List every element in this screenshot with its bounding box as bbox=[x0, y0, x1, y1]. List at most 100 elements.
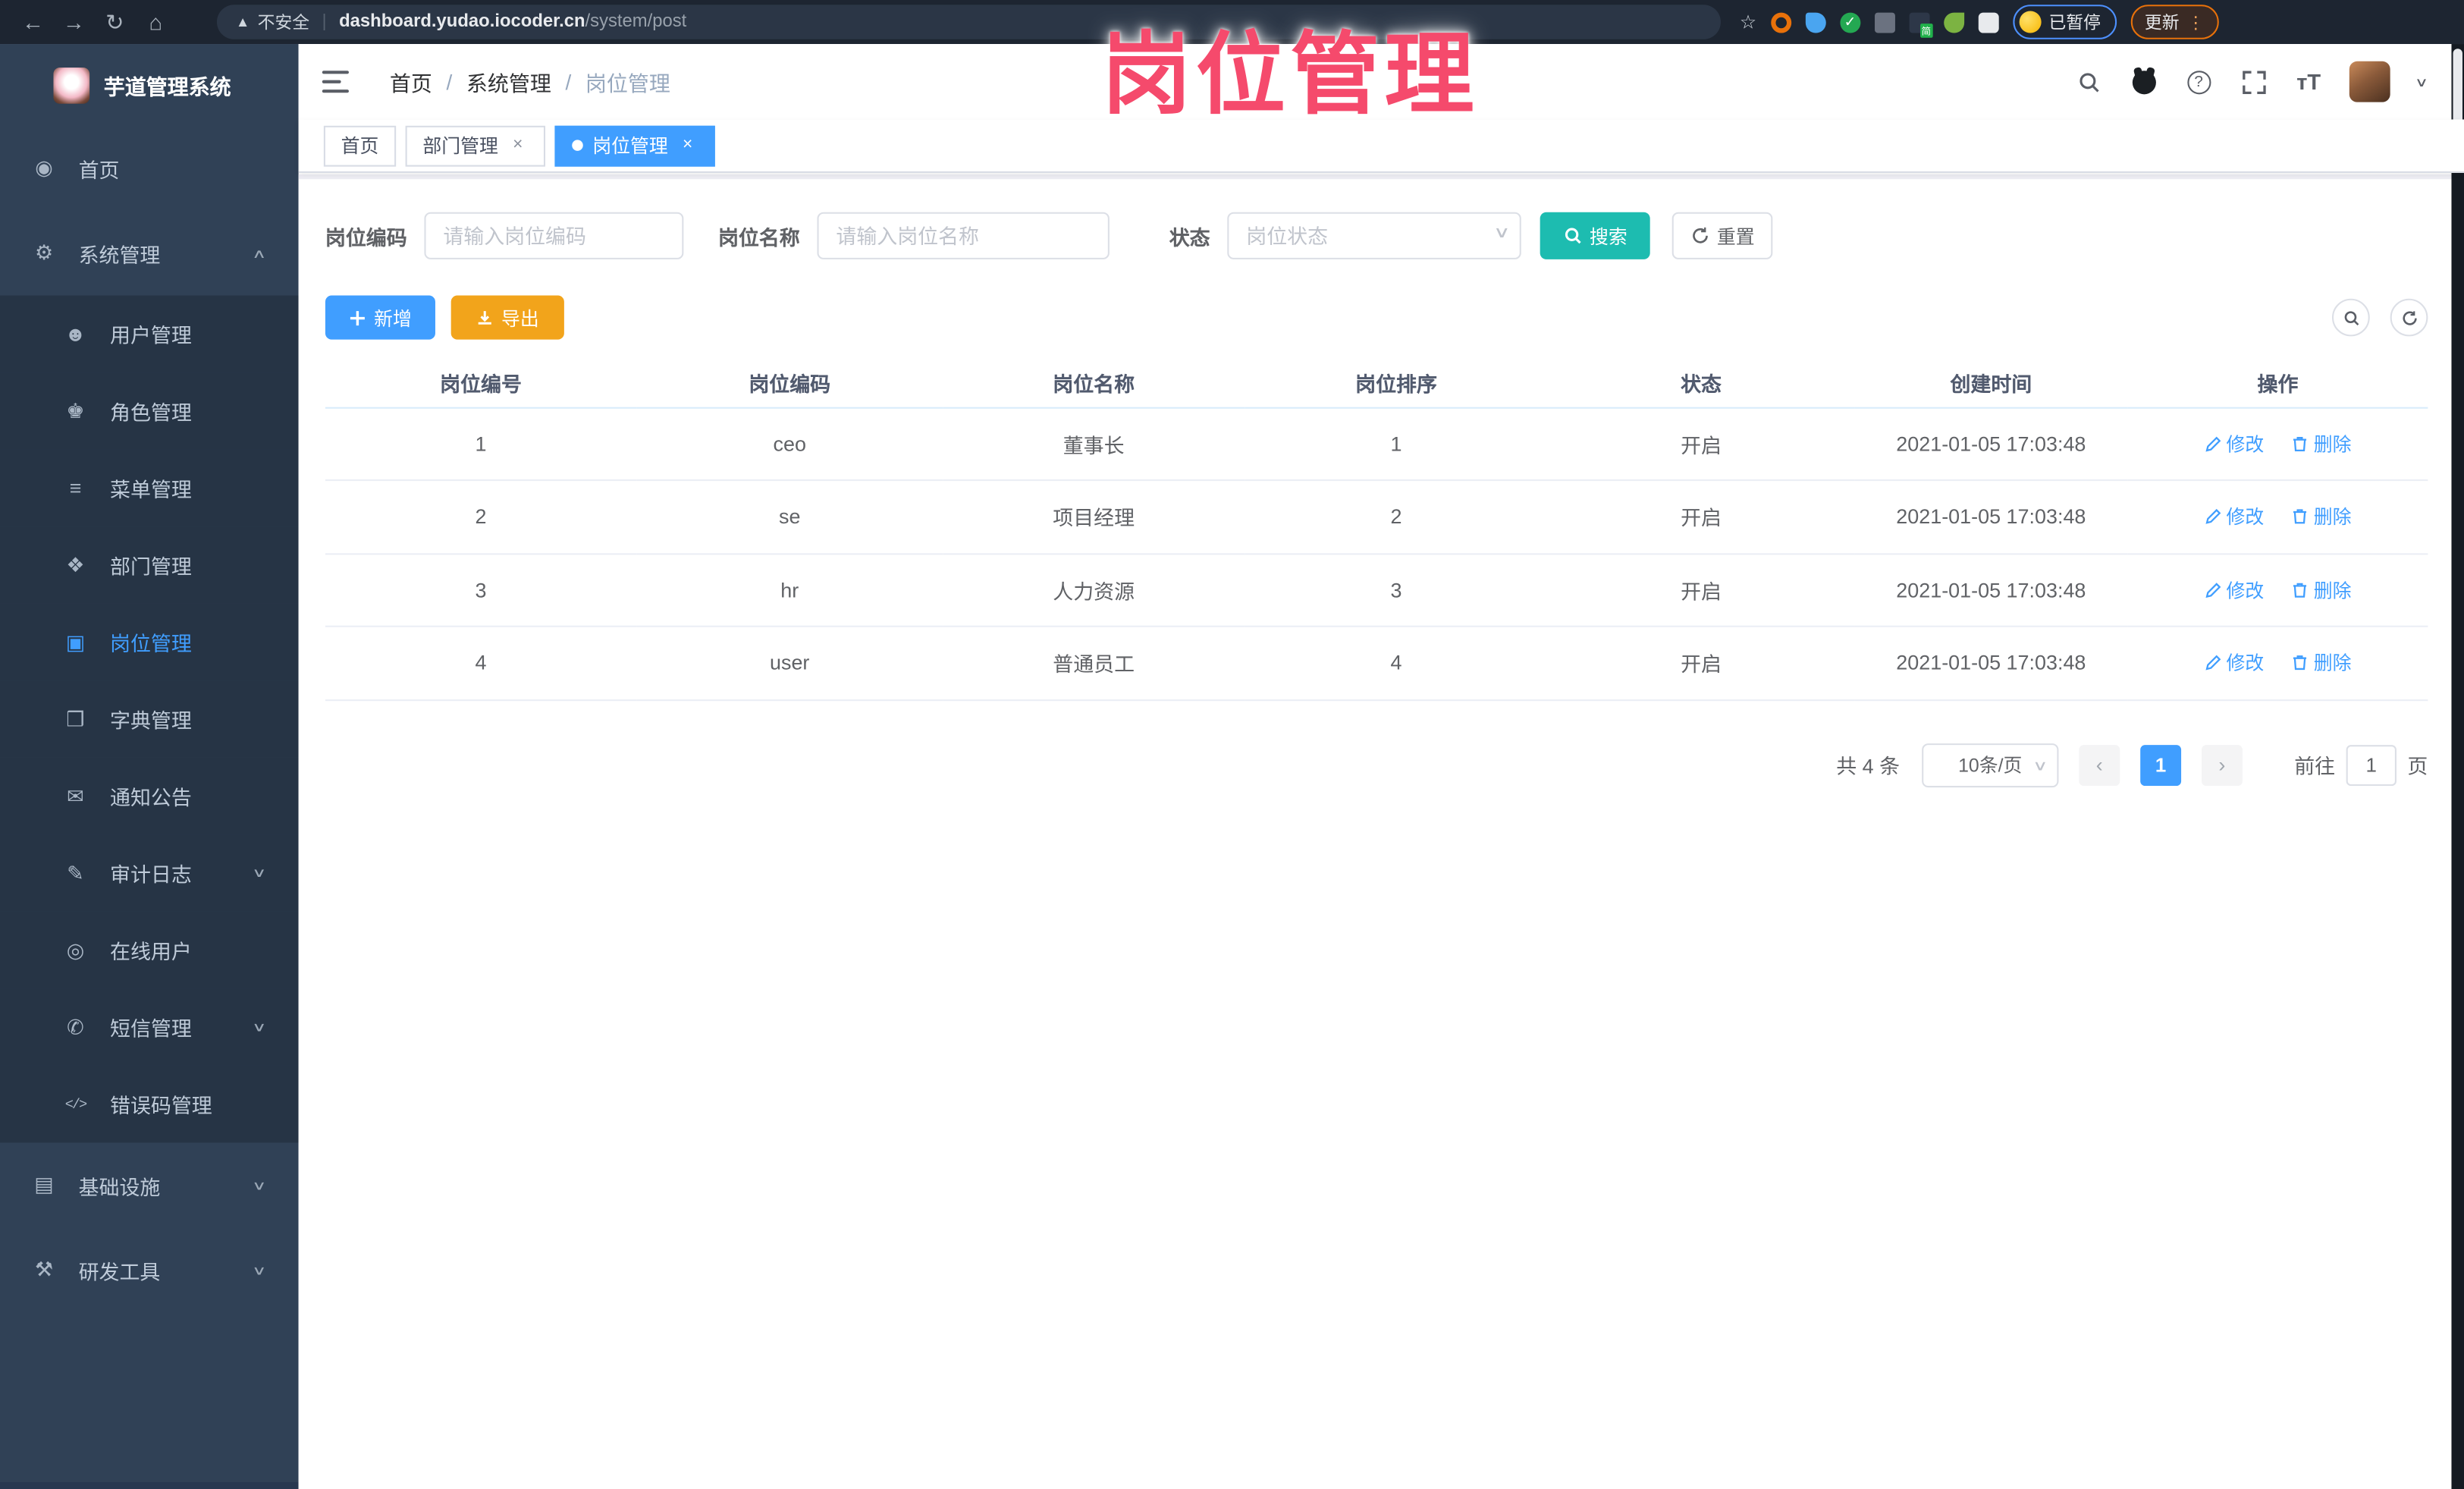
profile-paused-badge[interactable]: 已暂停 bbox=[2012, 5, 2117, 39]
home-icon: ◉ bbox=[35, 155, 53, 180]
sidebar-item-sms-management[interactable]: ✆ 短信管理 ∨ bbox=[0, 988, 299, 1066]
extension-grid-icon[interactable] bbox=[1874, 11, 1895, 33]
extensions-puzzle-icon[interactable] bbox=[1978, 11, 1999, 33]
export-button[interactable]: 导出 bbox=[450, 295, 564, 340]
notice-icon: ✉ bbox=[67, 783, 84, 808]
post-name-input[interactable] bbox=[817, 212, 1110, 259]
tab-home[interactable]: 首页 bbox=[323, 124, 397, 166]
profile-emoji-avatar bbox=[2019, 11, 2042, 33]
tab-label: 岗位管理 bbox=[592, 135, 668, 158]
browser-forward-icon[interactable]: → bbox=[53, 9, 94, 34]
tab-post-management[interactable]: 岗位管理 × bbox=[554, 124, 715, 166]
sidebar-item-audit-log[interactable]: ✎ 审计日志 ∨ bbox=[0, 834, 299, 912]
add-button[interactable]: 新增 bbox=[325, 295, 435, 340]
bookmark-star-icon[interactable]: ☆ bbox=[1740, 11, 1756, 33]
breadcrumb-system[interactable]: 系统管理 bbox=[466, 66, 551, 97]
browser-home-icon[interactable]: ⌂ bbox=[135, 9, 176, 34]
sidebar-item-dev-tools[interactable]: ⚒ 研发工具 ∨ bbox=[0, 1227, 299, 1312]
extension-translate-icon[interactable]: 简 bbox=[1909, 11, 1933, 37]
sidebar-item-menu-management[interactable]: ≡ 菜单管理 bbox=[0, 449, 299, 527]
cell-actions: 修改 删除 bbox=[2127, 626, 2428, 701]
status-select[interactable]: ∨ bbox=[1227, 212, 1521, 259]
page-content: 岗位编码 岗位名称 状态 ∨ 搜索 重置 bbox=[298, 174, 2464, 1489]
tab-label: 部门管理 bbox=[422, 135, 498, 158]
page-number-1[interactable]: 1 bbox=[2140, 744, 2182, 786]
post-code-input[interactable] bbox=[424, 212, 684, 259]
github-icon[interactable] bbox=[2130, 68, 2158, 96]
toggle-search-icon[interactable] bbox=[2331, 298, 2370, 337]
chevron-down-icon: ∨ bbox=[2032, 756, 2049, 773]
address-bar[interactable]: ▲ 不安全 | dashboard.yudao.iocoder.cn /syst… bbox=[216, 5, 1721, 39]
extension-drop-icon[interactable] bbox=[1805, 11, 1826, 33]
edit-link-label: 修改 bbox=[2226, 433, 2265, 456]
sidebar-item-dict-management[interactable]: ❒ 字典管理 bbox=[0, 680, 299, 758]
edit-link[interactable]: 修改 bbox=[2204, 576, 2264, 603]
reset-button[interactable]: 重置 bbox=[1671, 212, 1773, 259]
delete-link[interactable]: 删除 bbox=[2292, 430, 2352, 457]
cell-post-name: 董事长 bbox=[943, 407, 1245, 482]
avatar-dropdown-caret-icon[interactable]: ∨ bbox=[2415, 74, 2428, 89]
sidebar-item-error-code[interactable]: </> 错误码管理 bbox=[0, 1065, 299, 1143]
cell-post-name: 普通员工 bbox=[943, 626, 1245, 701]
prev-page-button[interactable]: ‹ bbox=[2079, 744, 2120, 786]
sidebar-item-notice[interactable]: ✉ 通知公告 bbox=[0, 757, 299, 835]
help-icon[interactable]: ? bbox=[2185, 68, 2213, 96]
table-row: 3 hr 人力资源 3 开启 2021-01-05 17:03:48 修改 删除 bbox=[325, 553, 2428, 627]
edit-link[interactable]: 修改 bbox=[2204, 504, 2264, 530]
edit-link-label: 修改 bbox=[2226, 652, 2265, 675]
app-logo[interactable]: 芋道管理系统 bbox=[0, 44, 299, 126]
browser-menu-kebab-icon[interactable]: ⋮ bbox=[2187, 12, 2205, 33]
sidebar-item-role-management[interactable]: ♚ 角色管理 bbox=[0, 372, 299, 450]
sidebar-item-dept-management[interactable]: ❖ 部门管理 bbox=[0, 526, 299, 604]
page-scrollbar[interactable] bbox=[2451, 44, 2464, 1489]
chevron-down-icon: ∨ bbox=[252, 865, 267, 881]
active-tab-dot bbox=[572, 140, 583, 151]
breadcrumb-home[interactable]: 首页 bbox=[390, 66, 432, 97]
pagination: 共 4 条 10条/页 ∨ ‹ 1 › 前往 页 bbox=[325, 743, 2428, 787]
sidebar-item-system-management[interactable]: ⚙ 系统管理 ∧ bbox=[0, 211, 299, 296]
breadcrumb-current: 岗位管理 bbox=[585, 72, 670, 96]
user-avatar[interactable] bbox=[2349, 61, 2390, 102]
cell-status: 开启 bbox=[1548, 553, 1855, 627]
online-users-icon: ◎ bbox=[66, 938, 85, 962]
extension-check-icon[interactable]: ✓ bbox=[1839, 11, 1860, 33]
status-select-input[interactable] bbox=[1227, 212, 1521, 259]
cell-post-sort: 4 bbox=[1245, 626, 1549, 701]
close-icon[interactable]: × bbox=[507, 135, 528, 155]
fullscreen-icon[interactable] bbox=[2240, 68, 2268, 96]
cell-post-id: 1 bbox=[325, 407, 637, 482]
search-button[interactable]: 搜索 bbox=[1540, 212, 1650, 259]
delete-link-label: 删除 bbox=[2313, 580, 2352, 602]
sidebar-item-home[interactable]: ◉ 首页 bbox=[0, 126, 299, 211]
sidebar-item-infrastructure[interactable]: ▤ 基础设施 ∨ bbox=[0, 1142, 299, 1227]
goto-label: 前往 bbox=[2294, 754, 2336, 778]
sidebar-item-post-management[interactable]: ▣ 岗位管理 bbox=[0, 603, 299, 681]
sidebar-item-online-users[interactable]: ◎ 在线用户 bbox=[0, 911, 299, 989]
browser-reload-icon[interactable]: ↻ bbox=[94, 8, 135, 35]
refresh-icon[interactable] bbox=[2390, 298, 2428, 337]
close-icon[interactable]: × bbox=[677, 135, 698, 155]
extension-leaf-icon[interactable] bbox=[1943, 11, 1964, 33]
delete-link[interactable]: 删除 bbox=[2292, 504, 2352, 530]
audit-log-icon: ✎ bbox=[67, 860, 84, 884]
edit-link[interactable]: 修改 bbox=[2204, 430, 2264, 457]
extension-ubuntu-icon[interactable] bbox=[1770, 11, 1791, 33]
browser-update-button[interactable]: 更新 ⋮ bbox=[2130, 5, 2219, 39]
edit-link[interactable]: 修改 bbox=[2204, 649, 2264, 676]
browser-back-icon[interactable]: ← bbox=[13, 9, 54, 34]
sidebar-item-user-management[interactable]: ☻ 用户管理 bbox=[0, 295, 299, 373]
font-size-icon[interactable]: тT bbox=[2295, 68, 2323, 96]
delete-link[interactable]: 删除 bbox=[2292, 649, 2352, 676]
delete-link[interactable]: 删除 bbox=[2292, 576, 2352, 603]
search-icon[interactable] bbox=[2074, 68, 2102, 96]
next-page-button[interactable]: › bbox=[2201, 744, 2243, 786]
breadcrumb-separator: / bbox=[565, 70, 572, 94]
sidebar-collapse-icon[interactable] bbox=[322, 71, 350, 93]
reset-button-label: 重置 bbox=[1716, 225, 1755, 248]
browser-toolbar: ← → ↻ ⌂ ▲ 不安全 | dashboard.yudao.iocoder.… bbox=[0, 0, 2464, 45]
table-toolbar: 新增 导出 bbox=[325, 295, 2428, 340]
translate-badge: 简 bbox=[1919, 23, 1933, 37]
goto-page-input[interactable] bbox=[2346, 744, 2397, 786]
tab-dept-management[interactable]: 部门管理 × bbox=[405, 124, 546, 166]
page-size-select[interactable]: 10条/页 ∨ bbox=[1922, 743, 2059, 787]
